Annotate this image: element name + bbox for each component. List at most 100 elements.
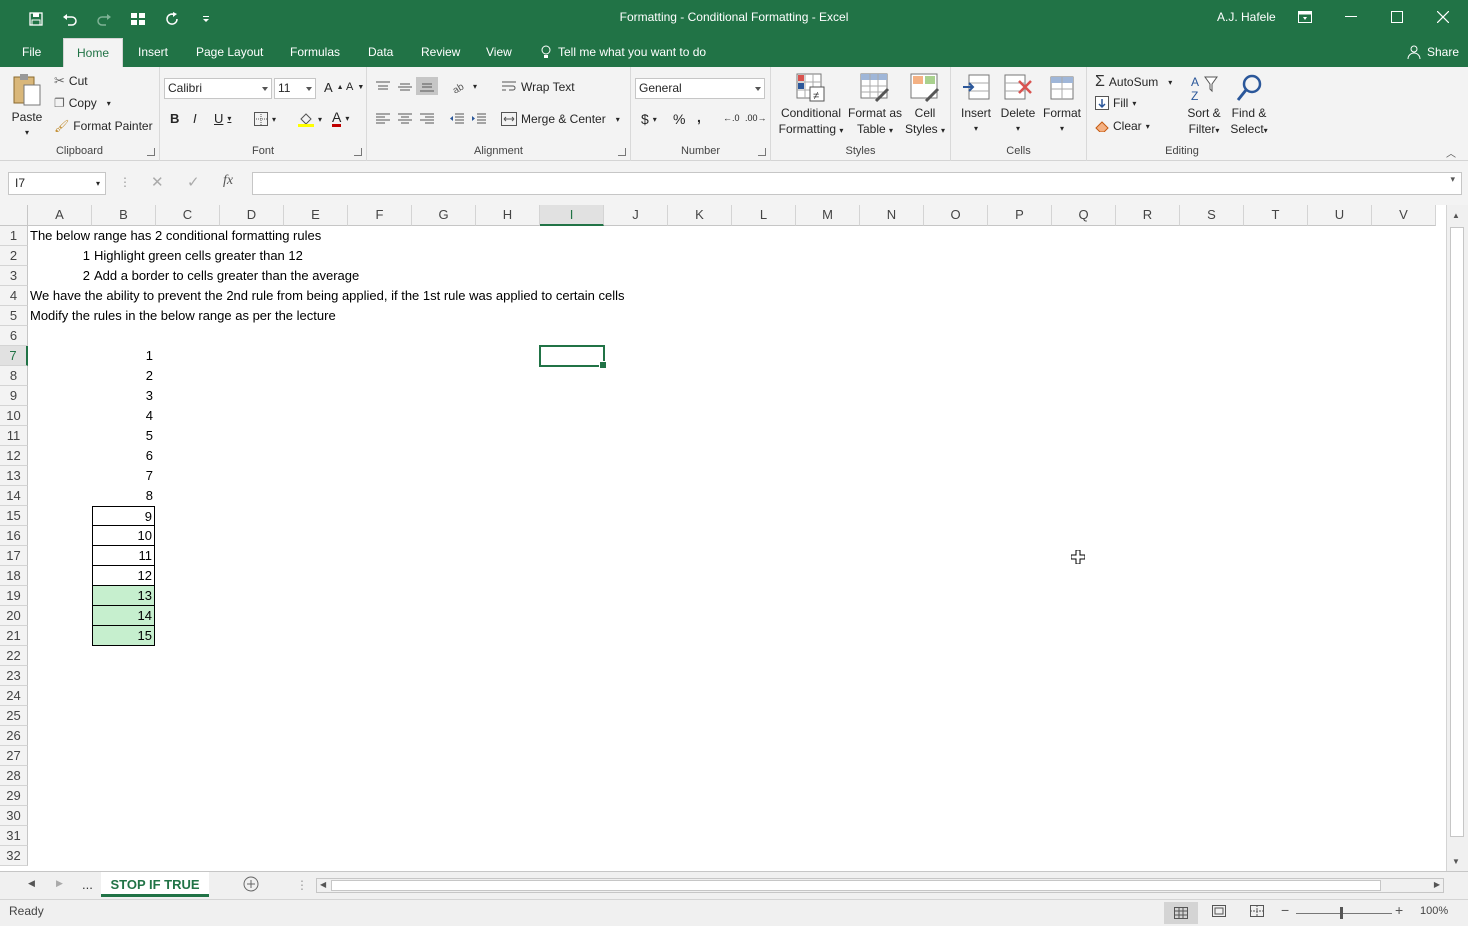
row-header-12[interactable]: 12 bbox=[0, 446, 28, 466]
row-header-20[interactable]: 20 bbox=[0, 606, 28, 626]
cell-b8[interactable]: 2 bbox=[92, 366, 155, 386]
column-header-n[interactable]: N bbox=[860, 205, 924, 226]
tell-me-box[interactable]: Tell me what you want to do bbox=[540, 38, 706, 66]
cell-b7[interactable]: 1 bbox=[92, 346, 155, 366]
comma-style-icon[interactable]: , bbox=[697, 109, 701, 125]
cell-b18[interactable]: 12 bbox=[92, 566, 155, 586]
currency-icon[interactable]: $ ▾ bbox=[641, 111, 657, 127]
number-launcher-icon[interactable] bbox=[758, 148, 766, 156]
font-launcher-icon[interactable] bbox=[354, 148, 362, 156]
column-header-h[interactable]: H bbox=[476, 205, 540, 226]
cell-b11[interactable]: 5 bbox=[92, 426, 155, 446]
align-left-icon[interactable] bbox=[375, 112, 391, 126]
align-middle-icon[interactable] bbox=[397, 80, 413, 94]
zoom-level[interactable]: 100% bbox=[1420, 905, 1448, 917]
tab-data[interactable]: Data bbox=[358, 38, 403, 67]
column-header-b[interactable]: B bbox=[92, 205, 156, 226]
tab-home[interactable]: Home bbox=[63, 38, 123, 67]
row-header-24[interactable]: 24 bbox=[0, 686, 28, 706]
row-header-9[interactable]: 9 bbox=[0, 386, 28, 406]
horizontal-scroll-thumb[interactable] bbox=[331, 880, 1381, 891]
font-size-box[interactable]: 11 bbox=[274, 78, 316, 99]
paste-button[interactable]: Paste ▾ bbox=[6, 73, 48, 141]
cell-b19[interactable]: 13 bbox=[92, 586, 155, 606]
row-header-16[interactable]: 16 bbox=[0, 526, 28, 546]
font-color-icon[interactable]: A ▾ bbox=[332, 110, 349, 127]
copy-button[interactable]: ❐ Copy ▾ bbox=[54, 96, 111, 110]
column-header-k[interactable]: K bbox=[668, 205, 732, 226]
column-header-q[interactable]: Q bbox=[1052, 205, 1116, 226]
cell-b2[interactable]: Highlight green cells greater than 12 bbox=[94, 246, 303, 266]
zoom-in-icon[interactable]: + bbox=[1395, 902, 1403, 918]
grow-font-icon[interactable]: A ▲ bbox=[324, 80, 344, 95]
page-break-view-icon[interactable] bbox=[1250, 905, 1264, 917]
user-name[interactable]: A.J. Hafele bbox=[1217, 10, 1276, 24]
row-header-7[interactable]: 7 bbox=[0, 346, 28, 366]
worksheet-grid[interactable]: ABCDEFGHIJKLMNOPQRSTUV 1 2 3 4 5 6 7 8 9 10 11 12 13… bbox=[0, 205, 1446, 871]
row-header-26[interactable]: 26 bbox=[0, 726, 28, 746]
column-header-u[interactable]: U bbox=[1308, 205, 1372, 226]
wrap-text-button[interactable]: Wrap Text bbox=[501, 80, 575, 94]
cut-button[interactable]: ✂ Cut bbox=[54, 73, 88, 89]
row-header-31[interactable]: 31 bbox=[0, 826, 28, 846]
delete-cells-button[interactable]: Delete ▾ bbox=[999, 73, 1037, 137]
column-header-i[interactable]: I bbox=[540, 205, 604, 226]
scroll-left-icon[interactable]: ◀ bbox=[320, 880, 326, 889]
bold-icon[interactable]: B bbox=[170, 111, 179, 126]
column-header-d[interactable]: D bbox=[220, 205, 284, 226]
maximize-icon[interactable] bbox=[1374, 0, 1420, 34]
align-right-icon[interactable] bbox=[419, 112, 435, 126]
font-name-box[interactable]: Calibri bbox=[164, 78, 272, 99]
collapse-ribbon-icon[interactable]: ︿ bbox=[1446, 145, 1456, 160]
share-button[interactable]: Share bbox=[1407, 38, 1459, 66]
formula-input[interactable]: ▾ bbox=[252, 172, 1462, 195]
row-header-10[interactable]: 10 bbox=[0, 406, 28, 426]
sheet-prev-icon[interactable]: ◀ bbox=[28, 878, 35, 889]
vertical-scroll-thumb[interactable] bbox=[1450, 227, 1464, 837]
find-select-button[interactable]: Find & Select▾ bbox=[1227, 73, 1271, 139]
fill-button[interactable]: Fill ▾ bbox=[1095, 96, 1136, 110]
underline-icon[interactable]: U ▾ bbox=[214, 111, 231, 126]
column-header-o[interactable]: O bbox=[924, 205, 988, 226]
cell-b9[interactable]: 3 bbox=[92, 386, 155, 406]
zoom-out-icon[interactable]: − bbox=[1281, 902, 1289, 918]
alignment-launcher-icon[interactable] bbox=[618, 148, 626, 156]
orientation-icon[interactable]: ab ▾ bbox=[451, 79, 477, 93]
tab-insert[interactable]: Insert bbox=[128, 38, 178, 67]
row-header-30[interactable]: 30 bbox=[0, 806, 28, 826]
row-header-8[interactable]: 8 bbox=[0, 366, 28, 386]
row-header-19[interactable]: 19 bbox=[0, 586, 28, 606]
row-header-22[interactable]: 22 bbox=[0, 646, 28, 666]
cell-a2[interactable]: 1 bbox=[28, 246, 90, 266]
row-header-27[interactable]: 27 bbox=[0, 746, 28, 766]
sheet-tab-stop-if-true[interactable]: STOP IF TRUE bbox=[101, 872, 209, 897]
cell-a3[interactable]: 2 bbox=[28, 266, 90, 286]
horizontal-scrollbar[interactable]: ◀ ▶ bbox=[316, 878, 1444, 893]
row-header-15[interactable]: 15 bbox=[0, 506, 28, 526]
column-header-g[interactable]: G bbox=[412, 205, 476, 226]
row-header-14[interactable]: 14 bbox=[0, 486, 28, 506]
cell-b21[interactable]: 15 bbox=[92, 626, 155, 646]
page-layout-view-icon[interactable] bbox=[1212, 905, 1226, 917]
zoom-slider[interactable] bbox=[1296, 913, 1392, 914]
shrink-font-icon[interactable]: A ▼ bbox=[346, 81, 364, 93]
zoom-slider-thumb[interactable] bbox=[1340, 907, 1343, 919]
autosum-button[interactable]: Σ AutoSum ▾ bbox=[1095, 73, 1172, 91]
column-header-r[interactable]: R bbox=[1116, 205, 1180, 226]
merge-center-button[interactable]: Merge & Center ▾ bbox=[501, 112, 620, 126]
cell-b15[interactable]: 9 bbox=[92, 506, 155, 526]
tab-file[interactable]: File bbox=[12, 38, 51, 67]
row-header-29[interactable]: 29 bbox=[0, 786, 28, 806]
align-bottom-icon[interactable] bbox=[416, 77, 438, 95]
clipboard-launcher-icon[interactable] bbox=[147, 148, 155, 156]
row-header-6[interactable]: 6 bbox=[0, 326, 28, 346]
column-header-m[interactable]: M bbox=[796, 205, 860, 226]
insert-cells-button[interactable]: Insert ▾ bbox=[957, 73, 995, 137]
tab-formulas[interactable]: Formulas bbox=[280, 38, 350, 67]
format-as-table-button[interactable]: Format as Table ▾ bbox=[847, 73, 903, 139]
column-header-c[interactable]: C bbox=[156, 205, 220, 226]
sheet-next-icon[interactable]: ▶ bbox=[56, 878, 63, 889]
cancel-formula-icon[interactable]: ✕ bbox=[151, 173, 164, 191]
decrease-decimal-icon[interactable]: .00→ bbox=[745, 113, 767, 123]
column-header-v[interactable]: V bbox=[1372, 205, 1436, 226]
